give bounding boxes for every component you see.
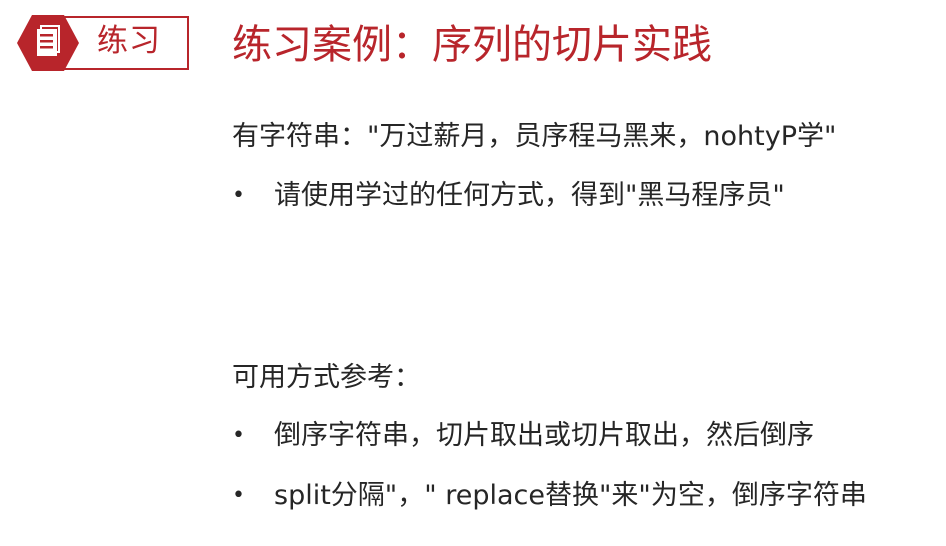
bullet-icon: •: [232, 183, 245, 208]
reference-heading: 可用方式参考：: [232, 362, 421, 393]
task-bullet-text: 请使用学过的任何方式，得到"黑马程序员": [274, 180, 785, 211]
badge-label: 练习: [97, 23, 161, 59]
bullet-icon: •: [232, 483, 245, 508]
reference-bullet-text: 倒序字符串，切片取出或切片取出，然后倒序: [274, 420, 814, 451]
given-string-text: 有字符串："万过薪月，员序程马黑来，nohtyP学": [232, 121, 837, 152]
bullet-icon: •: [232, 423, 245, 448]
reference-bullet-text: split分隔"，" replace替换"来"为空，倒序字符串: [274, 480, 867, 511]
document-icon: [17, 15, 79, 71]
reference-bullet: • 倒序字符串，切片取出或切片取出，然后倒序: [232, 418, 814, 454]
task-bullet: • 请使用学过的任何方式，得到"黑马程序员": [232, 178, 785, 214]
exercise-badge: 练习: [17, 13, 192, 73]
reference-bullet: • split分隔"，" replace替换"来"为空，倒序字符串: [232, 478, 867, 514]
page-title: 练习案例：序列的切片实践: [232, 22, 712, 68]
